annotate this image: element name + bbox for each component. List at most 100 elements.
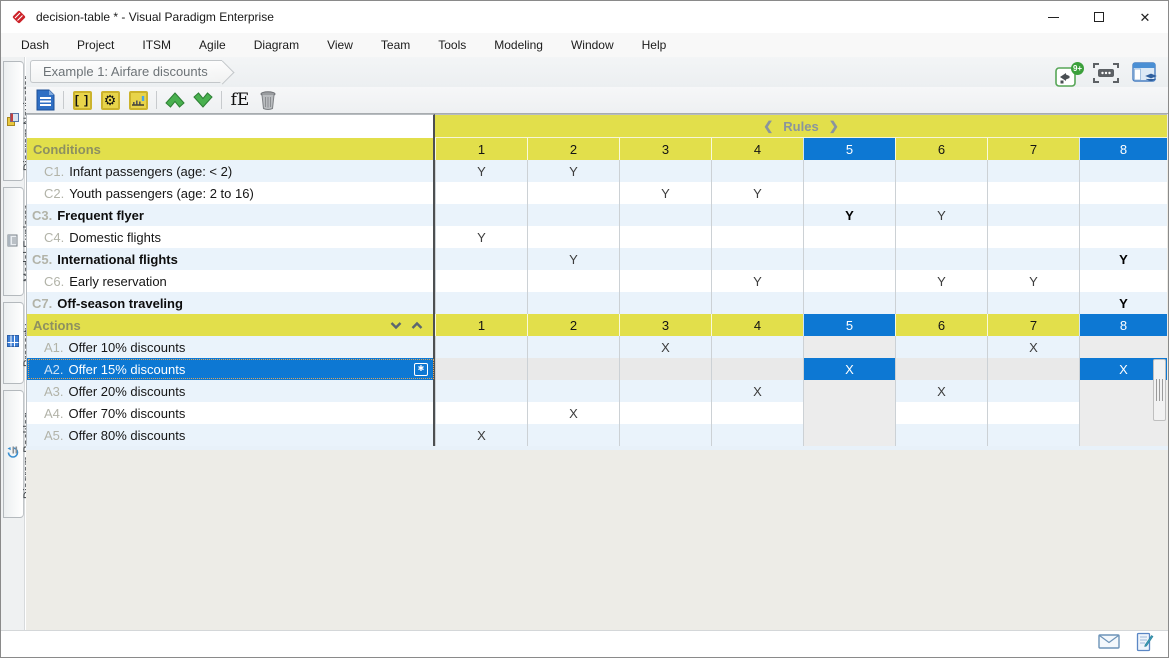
cell-C7-rule8[interactable]: Y [1079, 292, 1167, 314]
cell-C2-rule6[interactable] [895, 182, 987, 204]
diagram-tab[interactable]: Example 1: Airfare discounts [30, 60, 222, 83]
cell-C3-rule4[interactable] [711, 204, 803, 226]
condition-label-C5[interactable]: C5.International flights [27, 248, 435, 270]
rule-2-header-actions[interactable]: 2 [527, 314, 619, 336]
rule-4-header-conditions[interactable]: 4 [711, 138, 803, 160]
action-label-A2[interactable]: A2.Offer 15% discounts✱ [27, 358, 435, 380]
menu-view[interactable]: View [314, 33, 366, 57]
rule-8-header-actions[interactable]: 8 [1079, 314, 1167, 336]
cell-A5-rule4[interactable] [711, 424, 803, 446]
cell-C5-rule4[interactable] [711, 248, 803, 270]
vertical-scrollbar[interactable] [1153, 359, 1166, 421]
cell-C7-rule1[interactable] [435, 292, 527, 314]
cell-C7-rule4[interactable] [711, 292, 803, 314]
cell-A5-rule1[interactable]: X [435, 424, 527, 446]
cell-C3-rule3[interactable] [619, 204, 711, 226]
cell-C6-rule8[interactable] [1079, 270, 1167, 292]
cell-C7-rule5[interactable] [803, 292, 895, 314]
cell-C5-rule8[interactable]: Y [1079, 248, 1167, 270]
rules-prev-icon[interactable]: ❮ [763, 119, 773, 133]
cell-A3-rule7[interactable] [987, 380, 1079, 402]
mail-icon[interactable] [1098, 634, 1120, 654]
cell-A5-rule8[interactable] [1079, 424, 1167, 446]
bracket-cell-icon[interactable]: [ ] [70, 89, 94, 111]
cell-A2-rule3[interactable] [619, 358, 711, 380]
cell-C1-rule4[interactable] [711, 160, 803, 182]
cell-C1-rule5[interactable] [803, 160, 895, 182]
diagram-canvas[interactable]: ❮Rules❯Conditions12345678C1.Infant passe… [26, 114, 1168, 630]
action-label-A3[interactable]: A3.Offer 20% discounts [27, 380, 435, 402]
condition-label-C4[interactable]: C4.Domestic flights [27, 226, 435, 248]
cell-A5-rule2[interactable] [527, 424, 619, 446]
cell-C2-rule1[interactable] [435, 182, 527, 204]
menu-help[interactable]: Help [629, 33, 680, 57]
menu-modeling[interactable]: Modeling [481, 33, 556, 57]
minimize-button[interactable] [1030, 1, 1076, 33]
chevron-up-icon[interactable] [411, 318, 423, 333]
cell-C4-rule8[interactable] [1079, 226, 1167, 248]
cell-C6-rule4[interactable]: Y [711, 270, 803, 292]
cell-A4-rule4[interactable] [711, 402, 803, 424]
edit-document-icon[interactable] [1136, 632, 1154, 657]
condition-label-C2[interactable]: C2.Youth passengers (age: 2 to 16) [27, 182, 435, 204]
cell-C5-rule2[interactable]: Y [527, 248, 619, 270]
cell-A1-rule7[interactable]: X [987, 336, 1079, 358]
cell-C3-rule1[interactable] [435, 204, 527, 226]
cell-A4-rule7[interactable] [987, 402, 1079, 424]
cell-A3-rule3[interactable] [619, 380, 711, 402]
rule-7-header-conditions[interactable]: 7 [987, 138, 1079, 160]
menu-team[interactable]: Team [368, 33, 423, 57]
rule-5-header-actions[interactable]: 5 [803, 314, 895, 336]
cell-A4-rule2[interactable]: X [527, 402, 619, 424]
condition-label-C7[interactable]: C7.Off-season traveling [27, 292, 435, 314]
menu-window[interactable]: Window [558, 33, 627, 57]
cell-C1-rule8[interactable] [1079, 160, 1167, 182]
action-label-A1[interactable]: A1.Offer 10% discounts [27, 336, 435, 358]
condition-label-C1[interactable]: C1.Infant passengers (age: < 2) [27, 160, 435, 182]
cell-A3-rule2[interactable] [527, 380, 619, 402]
sidebar-tab-property[interactable]: Property [3, 302, 24, 384]
move-up-icon[interactable] [163, 89, 187, 111]
cell-C4-rule4[interactable] [711, 226, 803, 248]
cell-A5-rule6[interactable] [895, 424, 987, 446]
cell-A5-rule3[interactable] [619, 424, 711, 446]
cell-C4-rule6[interactable] [895, 226, 987, 248]
close-button[interactable]: ✕ [1122, 1, 1168, 33]
cell-A3-rule1[interactable] [435, 380, 527, 402]
cell-A1-rule4[interactable] [711, 336, 803, 358]
cell-C6-rule2[interactable] [527, 270, 619, 292]
menu-diagram[interactable]: Diagram [241, 33, 312, 57]
rule-3-header-actions[interactable]: 3 [619, 314, 711, 336]
cell-C6-rule7[interactable]: Y [987, 270, 1079, 292]
menu-tools[interactable]: Tools [425, 33, 479, 57]
cell-C4-rule7[interactable] [987, 226, 1079, 248]
cell-C3-rule8[interactable] [1079, 204, 1167, 226]
rule-6-header-conditions[interactable]: 6 [895, 138, 987, 160]
cell-A1-rule5[interactable] [803, 336, 895, 358]
cell-C2-rule4[interactable]: Y [711, 182, 803, 204]
move-down-icon[interactable] [191, 89, 215, 111]
cell-C3-rule5[interactable]: Y [803, 204, 895, 226]
sidebar-tab-model-explorer[interactable]: Model Explorer [3, 187, 24, 296]
cell-A3-rule5[interactable] [803, 380, 895, 402]
font-edit-icon[interactable]: fE [228, 89, 252, 111]
cell-C3-rule7[interactable] [987, 204, 1079, 226]
cell-A1-rule8[interactable] [1079, 336, 1167, 358]
rule-1-header-conditions[interactable]: 1 [435, 138, 527, 160]
rule-8-header-conditions[interactable]: 8 [1079, 138, 1167, 160]
sidebar-tab-diagram-backlog[interactable]: Diagram Backlog [3, 390, 24, 518]
cell-C2-rule7[interactable] [987, 182, 1079, 204]
cell-A4-rule6[interactable] [895, 402, 987, 424]
cell-C6-rule3[interactable] [619, 270, 711, 292]
sidebar-tab-diagram-navigator[interactable]: Diagram Navigator [3, 61, 24, 181]
rule-3-header-conditions[interactable]: 3 [619, 138, 711, 160]
cell-C1-rule2[interactable]: Y [527, 160, 619, 182]
cell-A2-rule7[interactable] [987, 358, 1079, 380]
cell-A3-rule6[interactable]: X [895, 380, 987, 402]
cell-C6-rule1[interactable] [435, 270, 527, 292]
cell-A3-rule4[interactable]: X [711, 380, 803, 402]
rule-2-header-conditions[interactable]: 2 [527, 138, 619, 160]
menu-agile[interactable]: Agile [186, 33, 239, 57]
cell-A1-rule1[interactable] [435, 336, 527, 358]
rule-4-header-actions[interactable]: 4 [711, 314, 803, 336]
